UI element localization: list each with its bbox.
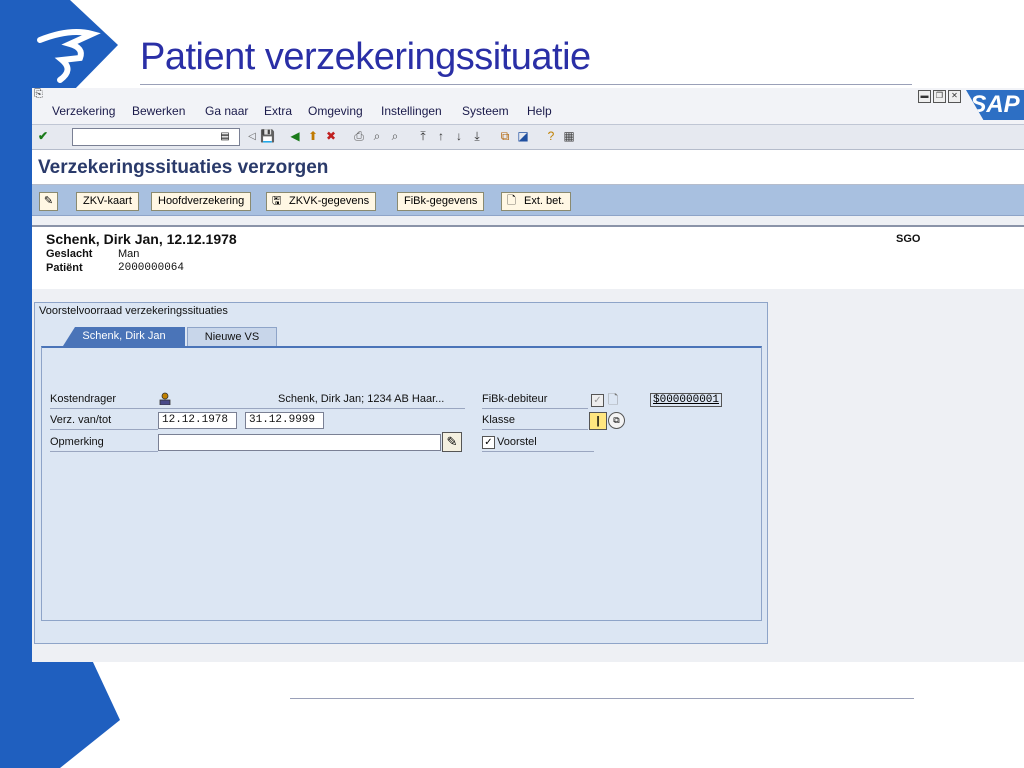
display-change-icon[interactable]: ✎ [39, 192, 58, 211]
patient-header: Schenk, Dirk Jan, 12.12.1978 SGO Geslach… [32, 225, 1024, 289]
kostendrager-underline [50, 408, 465, 409]
collapse-icon[interactable]: ◁ [245, 130, 259, 143]
help-icon[interactable]: ? [544, 130, 558, 143]
verz-van-field[interactable]: 12.12.1978 [158, 412, 237, 429]
opmerking-input[interactable] [158, 434, 441, 451]
fibk-underline [482, 408, 588, 409]
menu-bar: ⎘ Verzekering Bewerken Ga naar Extra Omg… [32, 88, 1024, 125]
shortcut-icon[interactable]: ◪ [516, 130, 530, 143]
zkvk-gegevens-label: ZKVK-gegevens [289, 195, 370, 207]
verz-van-tot-label: Verz. van/tot [50, 414, 112, 426]
command-field-dropdown-icon[interactable]: ▤ [218, 130, 232, 143]
sap-window: ⎘ Verzekering Bewerken Ga naar Extra Omg… [32, 88, 1024, 662]
print-icon[interactable]: ⎙ [352, 130, 366, 143]
patient-id-label: Patiënt [46, 262, 83, 274]
zkvk-gegevens-button[interactable]: 🖫 ZKVK-gegevens [266, 192, 377, 211]
title-divider [140, 84, 912, 85]
tab-nieuwe-vs[interactable]: Nieuwe VS [187, 327, 277, 348]
edit-text-icon[interactable]: ✎ [442, 432, 462, 452]
klasse-label: Klasse [482, 414, 516, 426]
back-icon[interactable]: ◀ [288, 130, 302, 143]
klasse-field[interactable]: | [589, 412, 607, 430]
menu-instellingen[interactable]: Instellingen [381, 104, 442, 118]
ext-bet-label: Ext. bet. [524, 195, 565, 207]
window-menu-icon[interactable]: ⎘ [34, 88, 43, 101]
verz-tot-field[interactable]: 31.12.9999 [245, 412, 324, 429]
cancel-icon[interactable]: ✖ [324, 130, 338, 143]
save-icon[interactable]: 💾 [260, 130, 275, 143]
hoofdverzekering-button[interactable]: Hoofdverzekering [151, 192, 252, 211]
minimize-icon[interactable]: ▬ [918, 90, 931, 103]
opmerking-label: Opmerking [50, 436, 104, 448]
ext-bet-button[interactable]: 🗋 Ext. bet. [501, 192, 572, 211]
menu-omgeving[interactable]: Omgeving [308, 104, 363, 118]
menu-ga-naar[interactable]: Ga naar [205, 104, 248, 118]
slide-bottom-shape [0, 660, 120, 768]
menu-systeem[interactable]: Systeem [462, 104, 509, 118]
value-help-icon[interactable]: ⧉ [608, 412, 625, 429]
next-page-icon[interactable]: ↓ [452, 130, 466, 143]
menu-verzekering[interactable]: Verzekering [52, 104, 115, 118]
tab-schenk[interactable]: Schenk, Dirk Jan [63, 327, 185, 346]
last-page-icon[interactable]: ⤓ [470, 130, 484, 143]
zkv-kaart-button[interactable]: ZKV-kaart [76, 192, 139, 211]
layout-menu-icon[interactable]: ▦ [562, 130, 576, 143]
fibk-debiteur-label: FiBk-debiteur [482, 393, 548, 405]
fibk-checkbox: ✓ [591, 394, 604, 407]
patient-id-value: 2000000064 [118, 262, 185, 274]
voorstel-checkbox[interactable]: ✓ [482, 436, 495, 449]
maximize-icon[interactable]: ❐ [933, 90, 946, 103]
close-icon[interactable]: ✕ [948, 90, 961, 103]
first-page-icon[interactable]: ⤒ [416, 130, 430, 143]
screen-title: Verzekeringssituaties verzorgen [38, 157, 329, 178]
tab-content: Kostendrager Schenk, Dirk Jan; 1234 AB H… [41, 346, 762, 621]
menu-extra[interactable]: Extra [264, 104, 292, 118]
sap-logo: SAP [966, 90, 1024, 120]
voorstel-underline [482, 451, 594, 452]
find-icon[interactable]: ⌕ [370, 130, 384, 143]
menu-bewerken[interactable]: Bewerken [132, 104, 185, 118]
bottom-divider [290, 698, 914, 699]
previous-page-icon[interactable]: ↑ [434, 130, 448, 143]
standard-toolbar: ✔ ▤ ◁ 💾 ◀ ⬆ ✖ ⎙ ⌕ ⌕ ⤒ ↑ ↓ ⤓ ⧉ ◪ ? ▦ [32, 125, 1024, 150]
fibk-debiteur-link[interactable]: $000000001 [650, 393, 723, 407]
gender-label: Geslacht [46, 248, 93, 260]
voorstel-label: Voorstel [497, 436, 537, 448]
panel-caption: Voorstelvoorraad verzekeringssituaties [39, 305, 228, 317]
kostendrager-label: Kostendrager [50, 393, 117, 405]
slide-title: Patient verzekeringssituatie [140, 36, 591, 78]
logo-icon [0, 0, 118, 92]
command-field[interactable] [72, 128, 240, 146]
document-icon: 🗋 [608, 392, 619, 407]
screen-title-bar: Verzekeringssituaties verzorgen [32, 150, 1024, 185]
find-next-icon[interactable]: ⌕ [388, 130, 402, 143]
zkvk-gegevens-icon: 🖫 [272, 195, 282, 207]
enter-check-icon[interactable]: ✔ [36, 130, 50, 143]
person-icon [159, 392, 171, 405]
opmerking-underline [50, 451, 158, 452]
slide-left-stripe [0, 0, 32, 768]
kostendrager-value: Schenk, Dirk Jan; 1234 AB Haar... [278, 393, 445, 405]
gender-value: Man [118, 248, 140, 260]
fibk-gegevens-button[interactable]: FiBk-gegevens [397, 192, 485, 211]
document-icon: 🗋 [507, 195, 516, 207]
exit-icon[interactable]: ⬆ [306, 130, 320, 143]
org-unit: SGO [896, 233, 921, 245]
create-session-icon[interactable]: ⧉ [498, 130, 512, 143]
patient-name: Schenk, Dirk Jan, 12.12.1978 [46, 231, 237, 247]
proposal-panel: Voorstelvoorraad verzekeringssituaties S… [34, 302, 768, 644]
application-toolbar: ✎ ZKV-kaart Hoofdverzekering 🖫 ZKVK-gege… [32, 185, 1024, 216]
verz-underline [50, 429, 158, 430]
menu-help[interactable]: Help [527, 104, 552, 118]
klasse-underline [482, 429, 588, 430]
